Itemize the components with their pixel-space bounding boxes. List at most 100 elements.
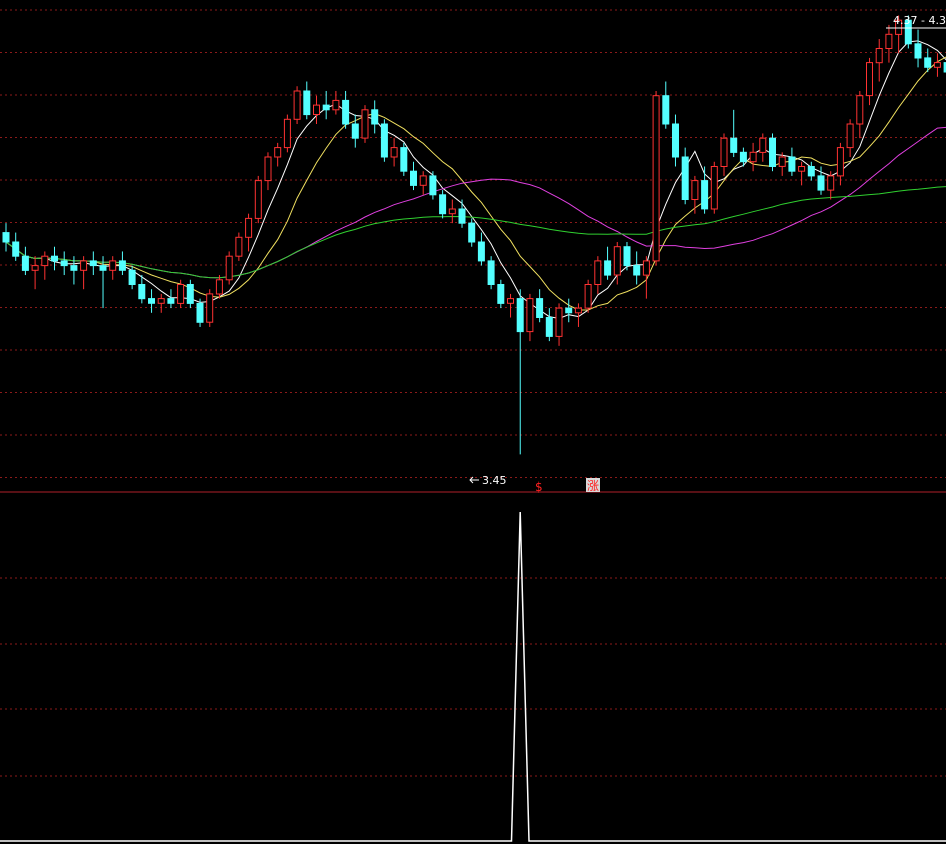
candle-body-up [584, 284, 592, 309]
candle [138, 275, 146, 304]
candle [730, 109, 738, 158]
candle-body-up [448, 208, 456, 215]
candle-body-down [458, 208, 466, 224]
candle [60, 251, 68, 276]
candle-body-down [477, 241, 485, 262]
candle [497, 279, 505, 309]
candle [283, 114, 291, 153]
candle-body-down [730, 137, 738, 153]
candle [662, 81, 670, 129]
candle [633, 251, 641, 285]
candle [118, 251, 126, 276]
candle [332, 90, 340, 115]
price-panel-grid [0, 9, 946, 478]
candle [12, 232, 20, 261]
candle [681, 147, 689, 205]
candle-body-up [613, 246, 621, 276]
candle [827, 171, 835, 200]
candle [361, 105, 369, 143]
candle [274, 142, 282, 167]
candle [701, 166, 709, 214]
candle-body-down [788, 156, 796, 172]
candle [303, 81, 311, 120]
candle [51, 246, 58, 271]
candle [545, 308, 553, 342]
candle [720, 133, 728, 176]
candle [380, 119, 388, 162]
candle-body-up [574, 307, 582, 314]
candle-body-up [215, 279, 223, 295]
candle [798, 161, 806, 186]
candle-body-down [429, 175, 437, 196]
candle-body-up [507, 298, 514, 304]
candle-body-down [914, 43, 922, 59]
candle [2, 223, 10, 252]
candle [429, 171, 437, 200]
low-price-label: 3.45 [469, 474, 507, 487]
candle [516, 289, 524, 455]
candle-body-up [555, 307, 563, 337]
candle-body-up [836, 147, 844, 177]
candle [642, 256, 650, 299]
candle [526, 293, 534, 342]
candle [836, 142, 844, 186]
candle-body-down [623, 246, 631, 267]
candle-body-down [807, 166, 815, 177]
candle-body-up [827, 175, 835, 191]
candle [769, 133, 776, 172]
indicator-line [0, 511, 946, 842]
candle-body-down [60, 260, 68, 267]
candle [846, 119, 854, 158]
candle [157, 293, 165, 313]
candle [390, 138, 398, 167]
candle [749, 142, 757, 172]
candle [933, 53, 941, 77]
candle [788, 147, 796, 176]
candle-body-up [749, 151, 757, 163]
candle [31, 256, 39, 290]
candle-body-up [235, 236, 243, 257]
candle [875, 39, 883, 82]
candle-body-up [264, 156, 272, 182]
candle-body-up [31, 265, 39, 271]
candle-body-up [778, 156, 786, 167]
candle-body-down [924, 57, 932, 68]
candle [419, 171, 427, 195]
candle [477, 232, 485, 266]
candle [89, 251, 97, 276]
candle-body-down [12, 241, 20, 257]
candle [371, 100, 379, 134]
candle-body-up [933, 62, 941, 68]
candle [264, 152, 272, 191]
candle [322, 90, 330, 120]
candle-body-up [875, 48, 883, 64]
candle [148, 289, 155, 313]
candle [604, 246, 612, 280]
candle-body-up [332, 99, 340, 111]
signal-marker-b: 涨 [587, 478, 599, 493]
low-price-value: 3.45 [482, 474, 507, 487]
candle-body-up [283, 118, 291, 149]
candle [400, 142, 408, 176]
candle-body-up [313, 104, 320, 115]
candle-body-down [148, 298, 155, 304]
candle-body-down [167, 298, 175, 304]
candle-body-down [817, 175, 825, 191]
candle [313, 95, 320, 124]
candle [196, 298, 204, 327]
candle-body-down [604, 260, 612, 276]
candle-body-up [691, 180, 699, 201]
candle-body-down [371, 109, 379, 125]
candle-body-up [157, 298, 165, 304]
candle [565, 298, 573, 323]
candle-body-down [439, 194, 447, 215]
candle-body-down [51, 255, 58, 262]
candle [555, 303, 563, 346]
candle-body-down [487, 260, 495, 285]
candle [235, 232, 243, 261]
candle [245, 213, 253, 252]
candle-body-up [41, 255, 49, 267]
candle-body-down [342, 99, 350, 125]
candle-body-up [206, 293, 214, 323]
candle-body-up [642, 260, 650, 276]
